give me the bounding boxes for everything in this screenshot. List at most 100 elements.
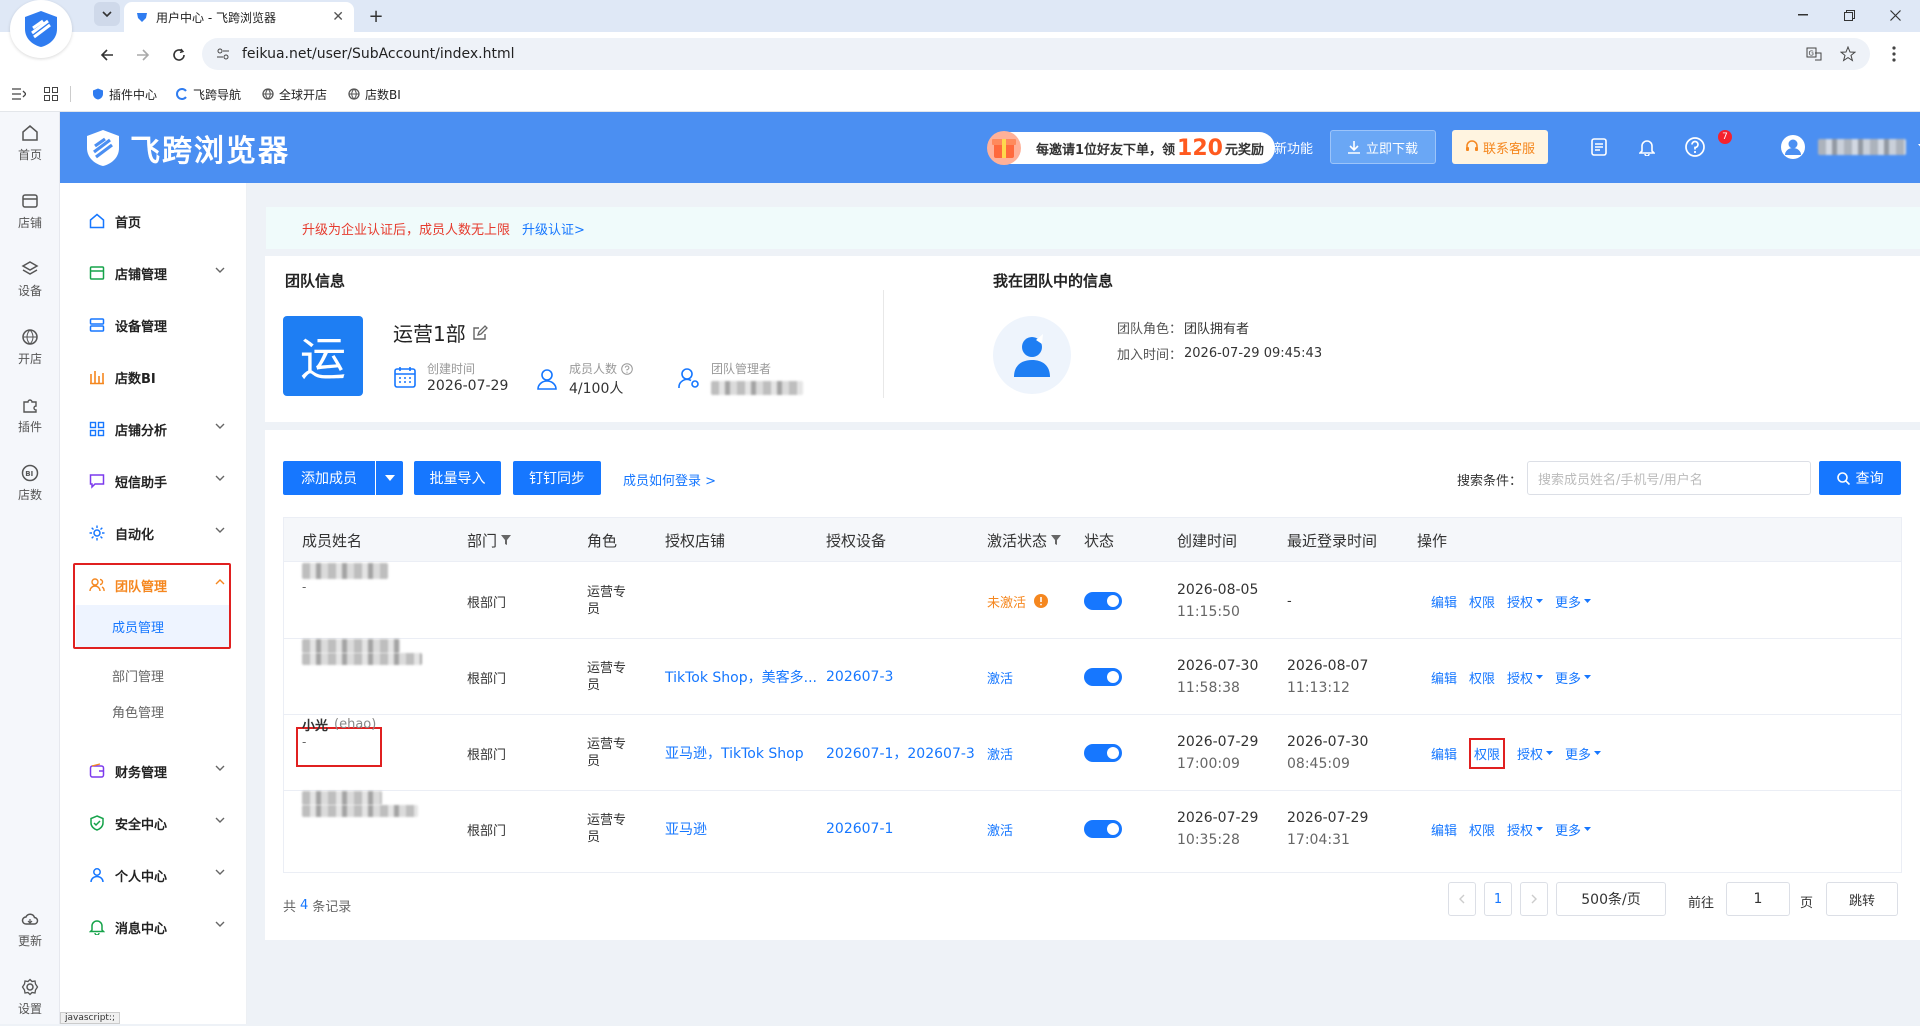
edit-icon[interactable]: [472, 324, 488, 341]
sidebar-item-store-bi[interactable]: 店数BI: [60, 351, 247, 403]
new-feature-link[interactable]: 新功能: [1274, 138, 1313, 157]
more-dropdown[interactable]: 更多: [1555, 820, 1592, 839]
bell-icon[interactable]: [1634, 134, 1660, 160]
page-1-button[interactable]: 1: [1484, 882, 1512, 916]
upgrade-link[interactable]: 升级认证>: [522, 219, 585, 238]
sidebar-item-security[interactable]: 安全中心: [60, 797, 247, 849]
rail-home[interactable]: 首页: [0, 114, 60, 172]
reading-list-icon[interactable]: [12, 88, 26, 100]
devices-cell[interactable]: 202607-1，202607-3: [826, 715, 975, 791]
document-icon[interactable]: [1586, 134, 1612, 160]
sidebar-item-role-mgmt[interactable]: 角色管理: [60, 693, 247, 729]
batch-import-button[interactable]: 批量导入: [414, 461, 501, 495]
close-window-button[interactable]: [1872, 0, 1918, 30]
authorize-dropdown[interactable]: 授权: [1517, 744, 1554, 763]
sidebar-item-messages[interactable]: 消息中心: [60, 901, 247, 953]
authorize-dropdown[interactable]: 授权: [1507, 592, 1544, 611]
more-dropdown[interactable]: 更多: [1555, 668, 1592, 687]
restore-button[interactable]: [1826, 0, 1872, 30]
stores-cell[interactable]: 亚马逊，TikTok Shop: [665, 715, 804, 791]
browser-menu-icon[interactable]: [1892, 46, 1896, 62]
edit-link[interactable]: 编辑: [1431, 668, 1457, 687]
add-member-button[interactable]: 添加成员: [283, 461, 375, 495]
rail-store[interactable]: 店铺: [0, 182, 60, 240]
sidebar-item-store-analysis[interactable]: 店铺分析: [60, 403, 247, 455]
help-circle-icon[interactable]: [621, 362, 633, 375]
dingtalk-sync-button[interactable]: 钉钉同步: [513, 461, 601, 495]
status-toggle[interactable]: [1084, 820, 1122, 838]
status-toggle[interactable]: [1084, 592, 1122, 610]
sidebar-item-sms[interactable]: 短信助手: [60, 455, 247, 507]
sidebar-item-dept-mgmt[interactable]: 部门管理: [60, 657, 247, 693]
sidebar-item-personal[interactable]: 个人中心: [60, 849, 247, 901]
warning-icon[interactable]: [1034, 594, 1049, 608]
rail-update[interactable]: 更新: [0, 900, 60, 958]
next-page-button[interactable]: [1520, 882, 1548, 916]
stores-cell[interactable]: 亚马逊: [665, 791, 707, 867]
col-dept[interactable]: 部门: [467, 518, 512, 562]
col-activation[interactable]: 激活状态: [987, 518, 1062, 562]
devices-cell[interactable]: 202607-1: [826, 791, 893, 867]
permission-link[interactable]: 权限: [1469, 592, 1495, 611]
download-button[interactable]: 立即下载: [1330, 130, 1436, 164]
apps-grid-icon[interactable]: [44, 87, 58, 101]
new-tab-button[interactable]: +: [364, 4, 388, 28]
url-text[interactable]: feikua.net/user/SubAccount/index.html: [242, 46, 1806, 62]
how-to-login-link[interactable]: 成员如何登录 >: [623, 470, 716, 489]
star-icon[interactable]: [1840, 46, 1856, 62]
rail-open-store[interactable]: 开店: [0, 318, 60, 376]
rail-store-data[interactable]: BI 店数: [0, 454, 60, 512]
url-field[interactable]: feikua.net/user/SubAccount/index.html G: [202, 38, 1870, 70]
rail-plugin[interactable]: 插件: [0, 386, 60, 444]
edit-link[interactable]: 编辑: [1431, 592, 1457, 611]
add-member-dropdown[interactable]: [376, 461, 403, 495]
sidebar-item-store-mgmt[interactable]: 店铺管理: [60, 247, 247, 299]
sidebar-item-automation[interactable]: 自动化: [60, 507, 247, 559]
jump-button[interactable]: 跳转: [1826, 882, 1898, 916]
search-button[interactable]: 查询: [1819, 461, 1901, 495]
status-toggle[interactable]: [1084, 668, 1122, 686]
user-menu[interactable]: [1780, 134, 1920, 160]
permission-link[interactable]: 权限: [1469, 737, 1506, 769]
edit-link[interactable]: 编辑: [1431, 744, 1457, 763]
prev-page-button[interactable]: [1448, 882, 1476, 916]
goto-page-input[interactable]: 1: [1726, 882, 1790, 916]
status-toggle[interactable]: [1084, 744, 1122, 762]
search-input[interactable]: 搜索成员姓名/手机号/用户名: [1527, 461, 1811, 495]
more-dropdown[interactable]: 更多: [1555, 592, 1592, 611]
page-size-select[interactable]: 500条/页: [1556, 882, 1666, 916]
bookmark-plugin-center[interactable]: 插件中心: [92, 85, 157, 103]
sidebar-item-finance[interactable]: 财务管理: [60, 745, 247, 797]
stores-cell[interactable]: TikTok Shop，美客多...: [665, 639, 817, 715]
reload-button[interactable]: [166, 42, 192, 68]
authorize-dropdown[interactable]: 授权: [1507, 668, 1544, 687]
tab-close-icon[interactable]: ✕: [332, 9, 344, 25]
back-button[interactable]: [94, 42, 120, 68]
filter-icon[interactable]: [501, 535, 512, 545]
permission-link[interactable]: 权限: [1469, 668, 1495, 687]
authorize-dropdown[interactable]: 授权: [1507, 820, 1544, 839]
site-info-icon[interactable]: [216, 47, 230, 61]
rail-device[interactable]: 设备: [0, 250, 60, 308]
invite-promo-banner[interactable]: 每邀请1位好友下单，领 120 元奖励: [987, 131, 1275, 165]
translate-icon[interactable]: G: [1806, 46, 1822, 62]
more-dropdown[interactable]: 更多: [1565, 744, 1602, 763]
edit-link[interactable]: 编辑: [1431, 820, 1457, 839]
filter-icon[interactable]: [1051, 535, 1062, 545]
sidebar-item-home[interactable]: 首页: [60, 195, 247, 247]
tab-list-button[interactable]: [94, 2, 120, 26]
bookmark-store-bi[interactable]: 店数BI: [348, 85, 401, 103]
sidebar-item-device-mgmt[interactable]: 设备管理: [60, 299, 247, 351]
bookmark-global-store[interactable]: 全球开店: [262, 85, 327, 103]
rail-settings[interactable]: 设置: [0, 968, 60, 1026]
bookmark-feikua-nav[interactable]: 飞跨导航: [176, 85, 241, 103]
minimize-button[interactable]: [1780, 0, 1826, 30]
browser-tab-active[interactable]: 用户中心 - 飞跨浏览器 ✕: [124, 2, 354, 32]
brand-logo[interactable]: 飞跨浏览器: [84, 126, 290, 170]
forward-button[interactable]: [130, 42, 156, 68]
permission-link[interactable]: 权限: [1469, 820, 1495, 839]
contact-service-button[interactable]: 联系客服: [1452, 130, 1548, 164]
devices-cell[interactable]: 202607-3: [826, 639, 893, 715]
browser-logo[interactable]: [10, 0, 72, 58]
help-icon[interactable]: [1682, 134, 1708, 160]
